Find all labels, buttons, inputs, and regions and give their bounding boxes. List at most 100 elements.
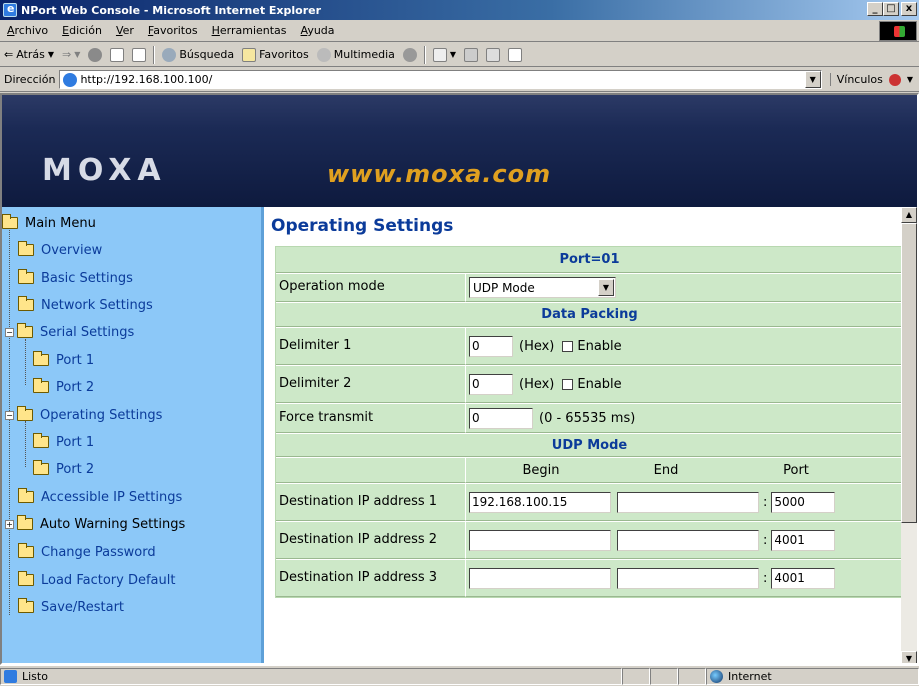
links-label: Vínculos — [836, 73, 883, 86]
menu-edicion[interactable]: Edición — [55, 24, 109, 37]
sidebar-item-change-password[interactable]: Change Password — [18, 542, 156, 562]
folder-icon — [18, 543, 34, 558]
operating-settings-form: Port=01 Operation mode UDP Mode ▼ Data P… — [275, 246, 905, 598]
site-url[interactable]: www.moxa.com — [327, 160, 551, 188]
status-pane — [678, 667, 706, 685]
zone-label: Internet — [728, 669, 772, 683]
refresh-button[interactable] — [106, 47, 128, 62]
vertical-scrollbar[interactable]: ▲ ▼ — [901, 207, 917, 663]
history-button[interactable] — [399, 47, 421, 62]
destination-ip-2-port-input[interactable] — [771, 529, 836, 551]
mail-button[interactable]: ▼ — [429, 47, 460, 62]
sidebar-item-operating-port-1[interactable]: Port 1 — [33, 432, 94, 452]
destination-ip-1-end-input[interactable] — [617, 491, 759, 513]
window-title: NPort Web Console - Microsoft Internet E… — [21, 3, 322, 17]
status-text: Listo — [22, 669, 48, 683]
sidebar-item-serial-port-2[interactable]: Port 2 — [33, 377, 94, 397]
sidebar-item-network-settings[interactable]: Network Settings — [18, 295, 153, 315]
address-bar: Dirección http://192.168.100.100/ ▼ Vínc… — [0, 68, 919, 92]
stop-button[interactable] — [84, 47, 106, 62]
scroll-thumb[interactable] — [901, 223, 917, 523]
scroll-down-button[interactable]: ▼ — [901, 651, 917, 663]
collapse-icon[interactable]: − — [5, 327, 14, 337]
sidebar-item-serial-settings[interactable]: − Serial Settings — [5, 322, 134, 342]
menu-herramientas[interactable]: Herramientas — [205, 24, 294, 37]
moxa-banner: MOXA www.moxa.com — [2, 95, 917, 207]
destination-ip-3-begin-input[interactable] — [469, 567, 611, 589]
folder-icon — [18, 488, 34, 503]
page-title: Operating Settings — [271, 216, 454, 236]
sidebar-root-main-menu[interactable]: Main Menu — [2, 213, 96, 233]
favorites-button[interactable]: Favoritos — [238, 47, 313, 62]
address-input[interactable]: http://192.168.100.100/ ▼ — [59, 70, 822, 89]
delimiter-2-enable-checkbox[interactable] — [562, 378, 574, 390]
sidebar-menu: Main Menu Overview Basic Settings Networ… — [2, 207, 264, 663]
close-button[interactable]: x — [901, 2, 917, 16]
menu-favoritos[interactable]: Favoritos — [141, 24, 205, 37]
delimiter-2-label: Delimiter 2 — [276, 366, 466, 403]
tree-connector — [25, 421, 26, 467]
sidebar-item-auto-warning-settings[interactable]: + Auto Warning Settings — [5, 514, 185, 534]
destination-ip-3-end-input[interactable] — [617, 567, 759, 589]
status-pane — [622, 667, 650, 685]
expand-icon[interactable]: + — [5, 519, 14, 529]
hex-unit: (Hex) — [519, 338, 555, 354]
delimiter-1-input[interactable] — [469, 335, 513, 357]
destination-ip-1-port-input[interactable] — [771, 491, 836, 513]
edit-icon — [486, 47, 501, 62]
multimedia-button[interactable]: Multimedia — [313, 47, 399, 62]
collapse-icon[interactable]: − — [5, 410, 14, 420]
home-button[interactable] — [128, 47, 150, 62]
sidebar-item-label: Change Password — [41, 544, 156, 560]
sidebar-item-operating-settings[interactable]: − Operating Settings — [5, 405, 162, 425]
delimiter-1-enable-checkbox[interactable] — [562, 340, 574, 352]
sidebar-item-label: Auto Warning Settings — [40, 516, 186, 532]
favorites-icon — [242, 47, 257, 62]
links-button[interactable]: Vínculos ▼ — [829, 73, 919, 86]
menu-archivo[interactable]: Archivo — [0, 24, 55, 37]
sidebar-item-serial-port-1[interactable]: Port 1 — [33, 350, 94, 370]
search-label: Búsqueda — [179, 48, 235, 61]
sidebar-item-load-factory-default[interactable]: Load Factory Default — [18, 570, 175, 590]
address-dropdown-button[interactable]: ▼ — [804, 71, 821, 88]
menu-ayuda[interactable]: Ayuda — [294, 24, 342, 37]
menu-ver[interactable]: Ver — [109, 24, 141, 37]
sidebar-item-save-restart[interactable]: Save/Restart — [18, 597, 124, 617]
home-icon — [132, 47, 147, 62]
chevron-down-icon: ▼ — [74, 50, 81, 59]
operation-mode-value: UDP Mode — [473, 280, 535, 295]
chevron-down-icon[interactable]: ▼ — [598, 279, 614, 296]
internet-explorer-icon — [3, 2, 17, 17]
page-viewport: MOXA www.moxa.com Main Menu Overview Bas… — [0, 93, 919, 665]
destination-ip-2-begin-input[interactable] — [469, 529, 611, 551]
edit-button[interactable] — [482, 47, 504, 62]
address-url: http://192.168.100.100/ — [80, 73, 213, 86]
sidebar-item-label: Operating Settings — [40, 407, 163, 423]
colon-separator: : — [763, 494, 768, 510]
discuss-button[interactable] — [504, 47, 526, 62]
back-button[interactable]: ⇐ Atrás ▼ — [0, 48, 58, 61]
forward-arrow-icon: ⇒ — [62, 48, 72, 61]
chevron-down-icon: ▼ — [47, 50, 55, 59]
destination-ip-2-end-input[interactable] — [617, 529, 759, 551]
sidebar-item-accessible-ip-settings[interactable]: Accessible IP Settings — [18, 487, 182, 507]
sidebar-item-label: Serial Settings — [40, 324, 135, 340]
delimiter-2-input[interactable] — [469, 373, 513, 395]
scroll-up-button[interactable]: ▲ — [901, 207, 917, 223]
forward-button[interactable]: ⇒ ▼ — [58, 48, 84, 61]
print-button[interactable] — [460, 47, 482, 62]
favorites-label: Favoritos — [259, 48, 309, 61]
destination-ip-1-begin-input[interactable] — [469, 491, 611, 513]
address-label: Dirección — [4, 73, 56, 86]
refresh-icon — [110, 47, 125, 62]
tree-connector — [25, 339, 26, 385]
minimize-button[interactable]: _ — [867, 2, 883, 16]
sidebar-item-basic-settings[interactable]: Basic Settings — [18, 268, 133, 288]
destination-ip-3-port-input[interactable] — [771, 567, 836, 589]
search-button[interactable]: Búsqueda — [158, 47, 238, 62]
operation-mode-select[interactable]: UDP Mode ▼ — [469, 277, 616, 298]
sidebar-item-overview[interactable]: Overview — [18, 240, 102, 260]
force-transmit-input[interactable] — [469, 407, 533, 429]
maximize-button[interactable]: □ — [883, 2, 899, 16]
sidebar-item-operating-port-2[interactable]: Port 2 — [33, 459, 94, 479]
